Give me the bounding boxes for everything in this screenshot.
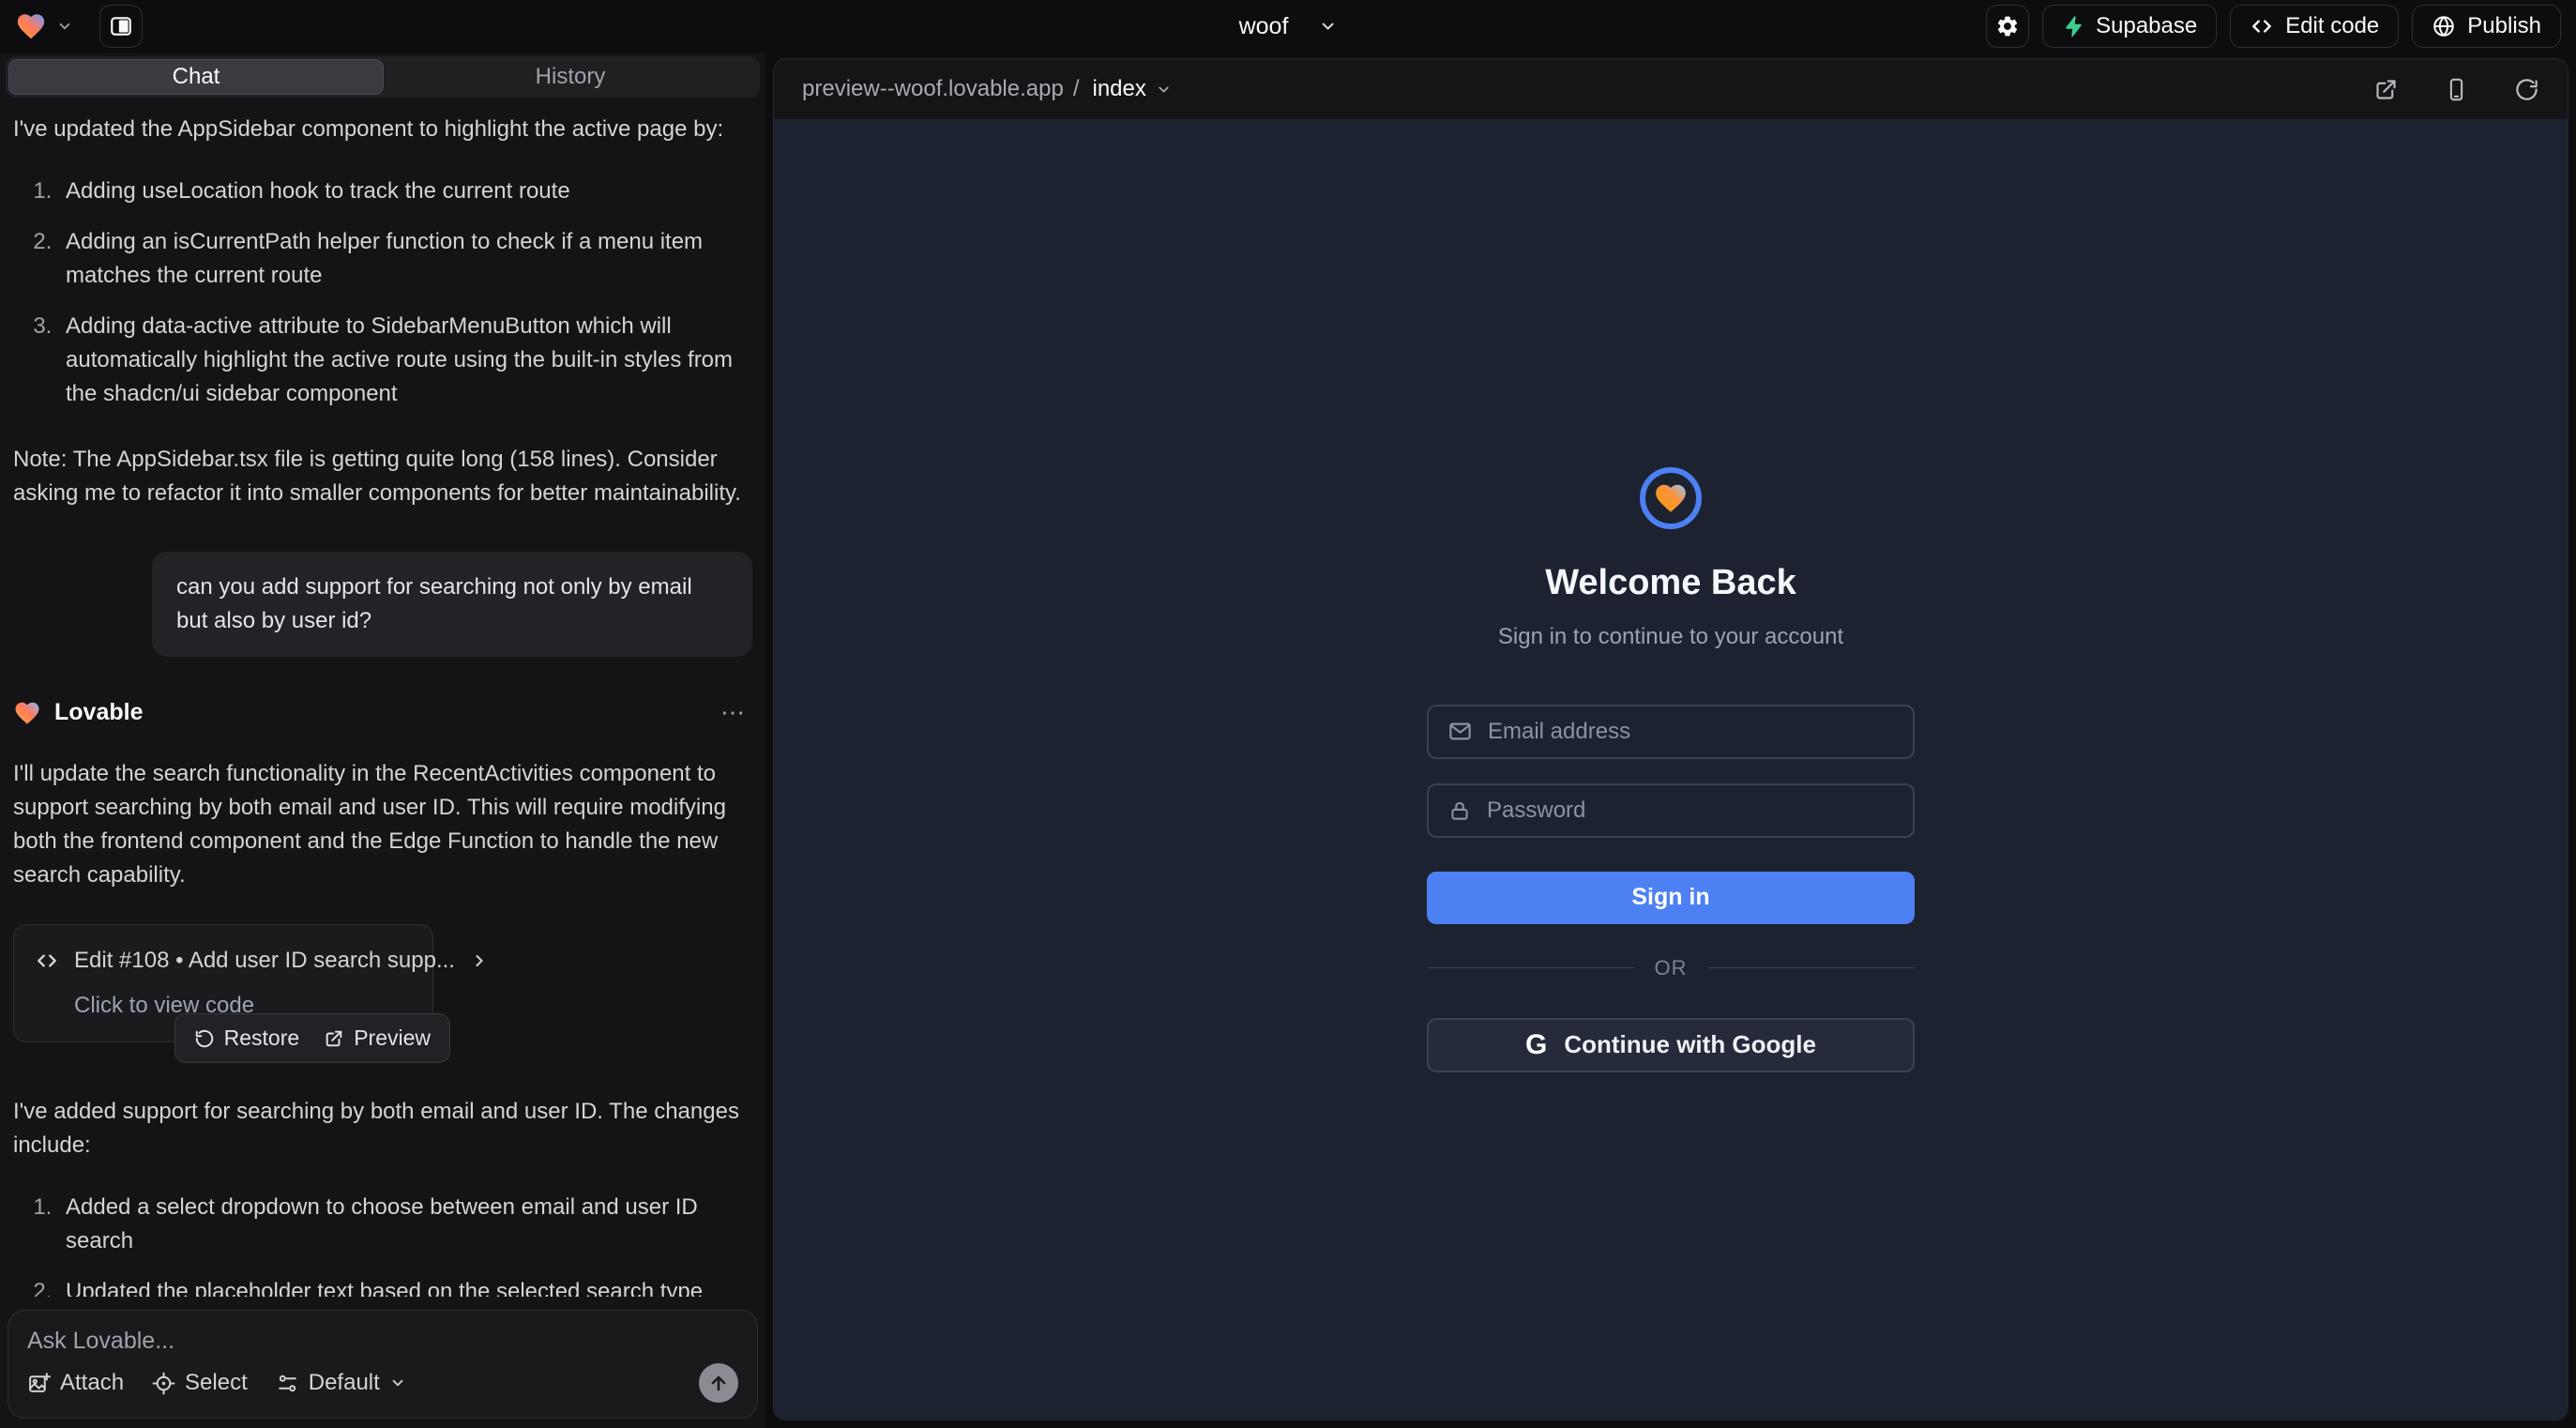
mobile-view-button[interactable] xyxy=(2444,77,2469,102)
attach-button[interactable]: Attach xyxy=(27,1370,124,1396)
heart-icon xyxy=(1653,480,1689,516)
assistant-response-intro: I'll update the search functionality in … xyxy=(13,757,752,892)
open-in-new-tab-button[interactable] xyxy=(2373,77,2399,102)
publish-label: Publish xyxy=(2467,13,2541,39)
step-item: Adding useLocation hook to track the cur… xyxy=(58,175,752,208)
code-icon xyxy=(35,949,59,973)
edit-code-button[interactable]: Edit code xyxy=(2230,5,2399,48)
step-item: Added a select dropdown to choose betwee… xyxy=(58,1191,752,1258)
gear-icon xyxy=(1995,14,2020,38)
version-actions-pill: Restore Preview xyxy=(174,1013,450,1063)
password-field-wrap xyxy=(1427,783,1915,838)
mail-icon xyxy=(1447,719,1473,744)
tab-history[interactable]: History xyxy=(384,59,757,95)
message-menu-button[interactable]: ⋯ xyxy=(720,694,752,731)
sidebar-toggle-button[interactable] xyxy=(99,5,143,48)
preview-url-text: preview--woof.lovable.app xyxy=(802,76,1064,102)
project-name: woof xyxy=(1239,13,1289,40)
chat-panel: Chat History I've updated the AppSidebar… xyxy=(0,53,765,1428)
assistant-summary-intro: I've added support for searching by both… xyxy=(13,1095,752,1162)
lovable-logo-menu[interactable] xyxy=(15,10,73,42)
restore-button[interactable]: Restore xyxy=(194,1025,300,1051)
chevron-down-icon xyxy=(389,1375,406,1391)
user-message-bubble: can you add support for searching not on… xyxy=(152,552,752,657)
email-field-wrap xyxy=(1427,705,1915,759)
divider-line xyxy=(1427,967,1634,968)
preview-topbar: preview--woof.lovable.app / index xyxy=(774,59,2568,119)
send-button[interactable] xyxy=(699,1363,738,1403)
lovable-heart-icon xyxy=(15,10,47,42)
assistant-message-note: Note: The AppSidebar.tsx file is getting… xyxy=(13,443,752,510)
assistant-summary-steps: Added a select dropdown to choose betwee… xyxy=(13,1191,752,1297)
email-field[interactable] xyxy=(1488,719,1894,745)
publish-button[interactable]: Publish xyxy=(2412,5,2561,48)
supabase-icon xyxy=(2062,15,2084,38)
supabase-label: Supabase xyxy=(2096,13,2197,39)
arrow-up-icon xyxy=(707,1372,730,1394)
mobile-phone-icon xyxy=(2444,77,2469,102)
divider-line xyxy=(1708,967,1916,968)
attach-image-icon xyxy=(27,1372,51,1395)
mode-label: Default xyxy=(309,1370,380,1396)
google-g-icon: G xyxy=(1525,1029,1547,1061)
page-title: Welcome Back xyxy=(1545,563,1796,603)
sliders-icon xyxy=(276,1372,299,1395)
chat-message-list: I've updated the AppSidebar component to… xyxy=(0,98,765,1297)
app-topbar: woof Supabase Edit code Publish xyxy=(0,0,2576,53)
preview-button[interactable]: Preview xyxy=(324,1025,431,1051)
app-logo xyxy=(1640,467,1702,529)
mode-dropdown[interactable]: Default xyxy=(276,1370,406,1396)
preview-page-name: index xyxy=(1092,76,1145,102)
sign-in-form: Welcome Back Sign in to continue to your… xyxy=(1427,467,1915,1072)
settings-button[interactable] xyxy=(1986,5,2029,48)
select-button[interactable]: Select xyxy=(152,1370,248,1396)
chat-input[interactable] xyxy=(27,1328,738,1360)
project-chevron-down-icon[interactable] xyxy=(1318,17,1337,36)
edit-card-title: Edit #108 • Add user ID search supp... xyxy=(74,944,455,978)
external-link-icon xyxy=(324,1028,344,1049)
continue-with-google-button[interactable]: G Continue with Google xyxy=(1427,1018,1915,1072)
supabase-button[interactable]: Supabase xyxy=(2042,5,2217,48)
assistant-name: Lovable xyxy=(54,695,143,731)
step-item: Adding data-active attribute to SidebarM… xyxy=(58,310,752,411)
preview-panel: preview--woof.lovable.app / index xyxy=(773,58,2568,1420)
attach-label: Attach xyxy=(60,1370,124,1396)
lock-icon xyxy=(1447,798,1472,823)
sidebar-panel-icon xyxy=(109,14,133,38)
globe-icon xyxy=(2432,14,2456,38)
assistant-message-steps: Adding useLocation hook to track the cur… xyxy=(13,175,752,411)
step-item: Adding an isCurrentPath helper function … xyxy=(58,225,752,293)
divider-label: OR xyxy=(1655,956,1688,980)
tab-chat[interactable]: Chat xyxy=(8,59,384,95)
preview-app-frame: Welcome Back Sign in to continue to your… xyxy=(774,119,2568,1420)
lovable-avatar xyxy=(13,699,41,727)
code-icon xyxy=(2250,14,2274,38)
external-link-icon xyxy=(2373,77,2399,102)
restore-icon xyxy=(194,1028,215,1049)
page-subtitle: Sign in to continue to your account xyxy=(1498,624,1843,650)
chevron-right-icon xyxy=(470,951,489,970)
chat-composer: Attach Select Default xyxy=(8,1310,758,1419)
preview-label: Preview xyxy=(354,1025,431,1051)
password-field[interactable] xyxy=(1487,798,1894,824)
chevron-down-icon xyxy=(56,18,73,35)
target-icon xyxy=(152,1372,175,1395)
chat-history-tabs: Chat History xyxy=(6,56,760,98)
select-label: Select xyxy=(185,1370,248,1396)
preview-url-dropdown[interactable]: preview--woof.lovable.app / index xyxy=(802,76,1172,102)
url-separator: / xyxy=(1073,76,1080,102)
sign-in-button[interactable]: Sign in xyxy=(1427,872,1915,924)
refresh-icon xyxy=(2514,77,2539,102)
refresh-button[interactable] xyxy=(2514,77,2539,102)
edit-code-label: Edit code xyxy=(2285,13,2379,39)
assistant-message-intro: I've updated the AppSidebar component to… xyxy=(13,113,752,146)
step-item: Updated the placeholder text based on th… xyxy=(58,1275,752,1297)
chevron-down-icon xyxy=(1156,82,1172,98)
restore-label: Restore xyxy=(224,1025,300,1051)
or-divider: OR xyxy=(1427,956,1915,980)
google-button-label: Continue with Google xyxy=(1564,1030,1816,1059)
